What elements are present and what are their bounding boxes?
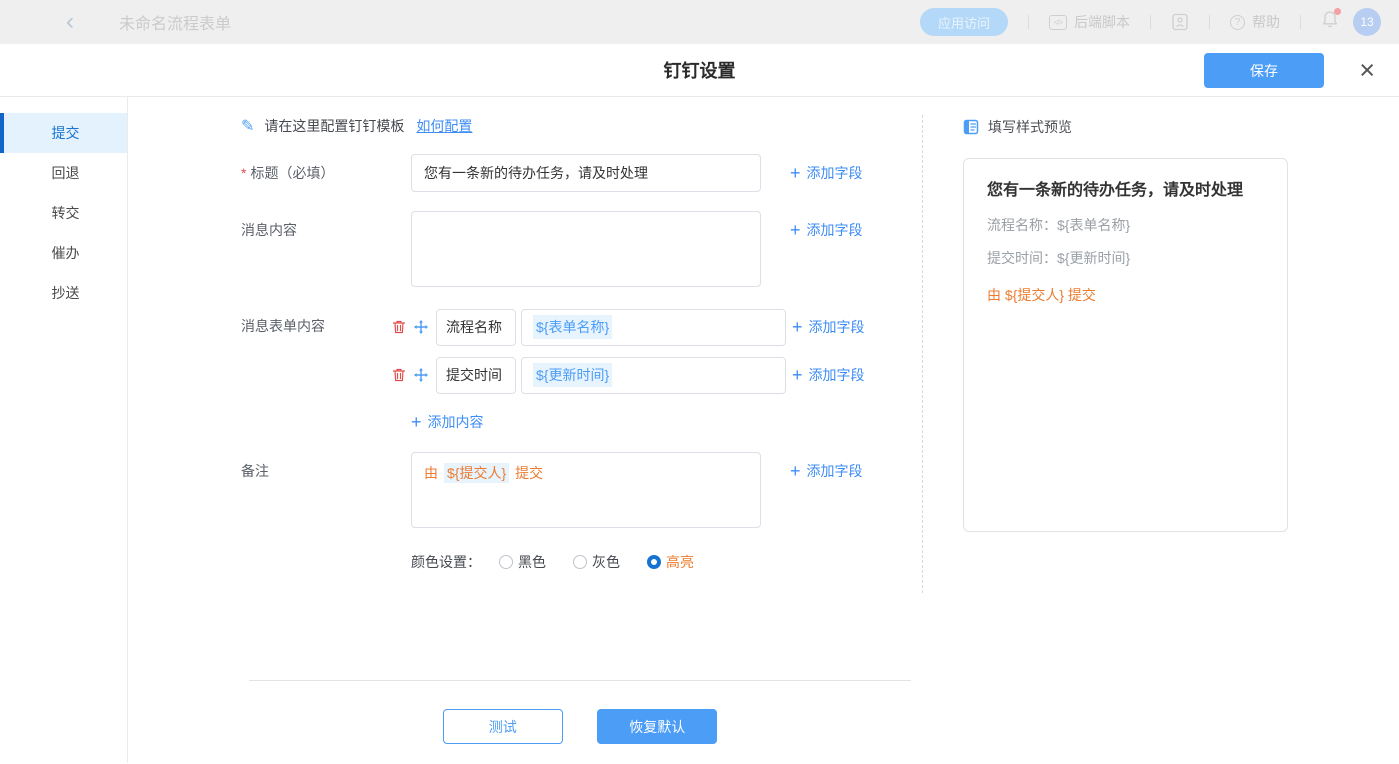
- preview-line-flow-name: 流程名称：${表单名称}: [987, 215, 1264, 235]
- bottom-actions: 测试 恢复默认: [249, 680, 911, 744]
- remark-suffix: 提交: [515, 465, 543, 481]
- divider: [1028, 15, 1029, 29]
- delete-icon[interactable]: [391, 367, 407, 383]
- add-field-link[interactable]: + 添加字段: [790, 211, 863, 249]
- question-icon: ?: [1230, 15, 1245, 30]
- close-icon[interactable]: ×: [1359, 56, 1375, 84]
- help-label: 帮助: [1252, 12, 1280, 32]
- form-row-remark: 备注 由 ${提交人} 提交 + 添加字段: [241, 452, 922, 528]
- sidebar-item-transfer[interactable]: 转交: [0, 193, 127, 233]
- divider: [1150, 15, 1151, 29]
- token-chip: ${提交人}: [444, 463, 509, 483]
- plus-icon: +: [792, 367, 803, 383]
- radio-gray[interactable]: 灰色: [573, 552, 620, 572]
- radio-icon: [573, 555, 587, 569]
- dialog-body: 提交 回退 转交 催办 抄送 ✎ 请在这里配置钉钉模板 如何配置 *标题（必填）…: [0, 97, 1399, 763]
- remark-label: 备注: [241, 452, 391, 481]
- radio-black[interactable]: 黑色: [499, 552, 546, 572]
- form-content-label: 消息表单内容: [241, 308, 391, 336]
- form-row-form-content: 消息表单内容 ${表单名称}: [241, 308, 922, 437]
- message-label: 消息内容: [241, 211, 391, 240]
- restore-default-button[interactable]: 恢复默认: [597, 709, 717, 744]
- avatar[interactable]: 13: [1353, 8, 1381, 36]
- save-button[interactable]: 保存: [1204, 53, 1324, 88]
- dingtalk-settings-dialog: 钉钉设置 保存 × 提交 回退 转交 催办 抄送 ✎ 请在这里配置钉钉模板 如何…: [0, 44, 1399, 764]
- token-chip: ${表单名称}: [533, 315, 612, 339]
- preview-line-submit-time: 提交时间：${更新时间}: [987, 248, 1264, 268]
- title-label: *标题（必填）: [241, 154, 391, 192]
- field-token-input[interactable]: ${更新时间}: [521, 357, 786, 394]
- test-button[interactable]: 测试: [443, 709, 563, 744]
- divider: [1300, 15, 1301, 29]
- plus-icon: +: [790, 463, 801, 479]
- notification-dot: [1334, 8, 1341, 15]
- contacts-button[interactable]: [1171, 13, 1189, 31]
- form-content-item: ${更新时间} + 添加字段: [391, 356, 865, 394]
- settings-sidebar: 提交 回退 转交 催办 抄送: [0, 97, 128, 763]
- plus-icon: +: [790, 165, 801, 181]
- form-content-item: ${表单名称} + 添加字段: [391, 308, 865, 346]
- message-textarea[interactable]: [411, 211, 761, 287]
- form-row-title: *标题（必填） + 添加字段: [241, 154, 922, 192]
- radio-icon: [499, 555, 513, 569]
- dialog-title: 钉钉设置: [0, 57, 1399, 83]
- plus-icon: +: [790, 222, 801, 238]
- how-to-configure-link[interactable]: 如何配置: [416, 116, 472, 136]
- radio-highlight[interactable]: 高亮: [647, 552, 694, 572]
- preview-card: 您有一条新的待办任务，请及时处理 流程名称：${表单名称} 提交时间：${更新时…: [963, 158, 1288, 532]
- preview-card-title: 您有一条新的待办任务，请及时处理: [987, 180, 1264, 202]
- remark-textarea[interactable]: 由 ${提交人} 提交: [411, 452, 761, 528]
- add-field-link[interactable]: + 添加字段: [792, 308, 865, 346]
- field-key-input[interactable]: [436, 357, 516, 394]
- required-mark: *: [241, 165, 246, 181]
- notifications-button[interactable]: [1321, 10, 1339, 34]
- preview-footer: 由 ${提交人} 提交: [987, 285, 1264, 305]
- app-topbar: ‹ 未命名流程表单 应用访问 </> 后端脚本 ? 帮助: [0, 0, 1399, 44]
- sidebar-item-return[interactable]: 回退: [0, 153, 127, 193]
- edit-icon: ✎: [241, 116, 254, 136]
- move-icon[interactable]: [413, 319, 429, 335]
- backend-script-button[interactable]: </> 后端脚本: [1049, 12, 1130, 32]
- preview-title: 填写样式预览: [988, 117, 1072, 137]
- contact-card-icon: [1171, 13, 1189, 31]
- sidebar-item-urge[interactable]: 催办: [0, 233, 127, 273]
- color-setting-label: 颜色设置：: [411, 552, 481, 572]
- form-row-message: 消息内容 + 添加字段: [241, 211, 922, 287]
- document-icon: [963, 119, 979, 135]
- radio-checked-icon: [647, 555, 661, 569]
- remark-prefix: 由: [424, 465, 438, 481]
- preview-panel: 填写样式预览 您有一条新的待办任务，请及时处理 流程名称：${表单名称} 提交时…: [922, 97, 1399, 763]
- add-field-link[interactable]: + 添加字段: [790, 452, 863, 490]
- plus-icon: +: [792, 319, 803, 335]
- field-key-input[interactable]: [436, 309, 516, 346]
- app-access-button[interactable]: 应用访问: [920, 8, 1008, 36]
- template-form: ✎ 请在这里配置钉钉模板 如何配置 *标题（必填） + 添加字段 消息内容: [128, 97, 922, 763]
- plus-icon: +: [411, 414, 422, 430]
- field-token-input[interactable]: ${表单名称}: [521, 309, 786, 346]
- add-field-link[interactable]: + 添加字段: [790, 154, 863, 192]
- dialog-header: 钉钉设置 保存 ×: [0, 44, 1399, 97]
- config-hint-text: 请在这里配置钉钉模板: [264, 116, 404, 136]
- flow-form-title: 未命名流程表单: [119, 10, 231, 34]
- backend-script-label: 后端脚本: [1074, 12, 1130, 32]
- preview-header: 填写样式预览: [963, 117, 1399, 137]
- title-input[interactable]: [411, 154, 761, 192]
- topbar-actions: 应用访问 </> 后端脚本 ? 帮助 13: [920, 8, 1399, 36]
- code-icon: </>: [1049, 15, 1067, 30]
- add-content-link[interactable]: + 添加内容: [411, 407, 521, 437]
- sidebar-item-submit[interactable]: 提交: [0, 113, 127, 153]
- divider: [1209, 15, 1210, 29]
- add-field-link[interactable]: + 添加字段: [792, 356, 865, 394]
- token-chip: ${更新时间}: [533, 363, 612, 387]
- back-icon[interactable]: ‹: [66, 12, 74, 32]
- form-row-color: 颜色设置： 黑色 灰色 高亮: [411, 548, 922, 576]
- move-icon[interactable]: [413, 367, 429, 383]
- sidebar-item-cc[interactable]: 抄送: [0, 273, 127, 313]
- help-button[interactable]: ? 帮助: [1230, 12, 1280, 32]
- form-content-items: ${表单名称} + 添加字段: [391, 308, 865, 437]
- delete-icon[interactable]: [391, 319, 407, 335]
- config-hint: ✎ 请在这里配置钉钉模板 如何配置: [241, 112, 922, 140]
